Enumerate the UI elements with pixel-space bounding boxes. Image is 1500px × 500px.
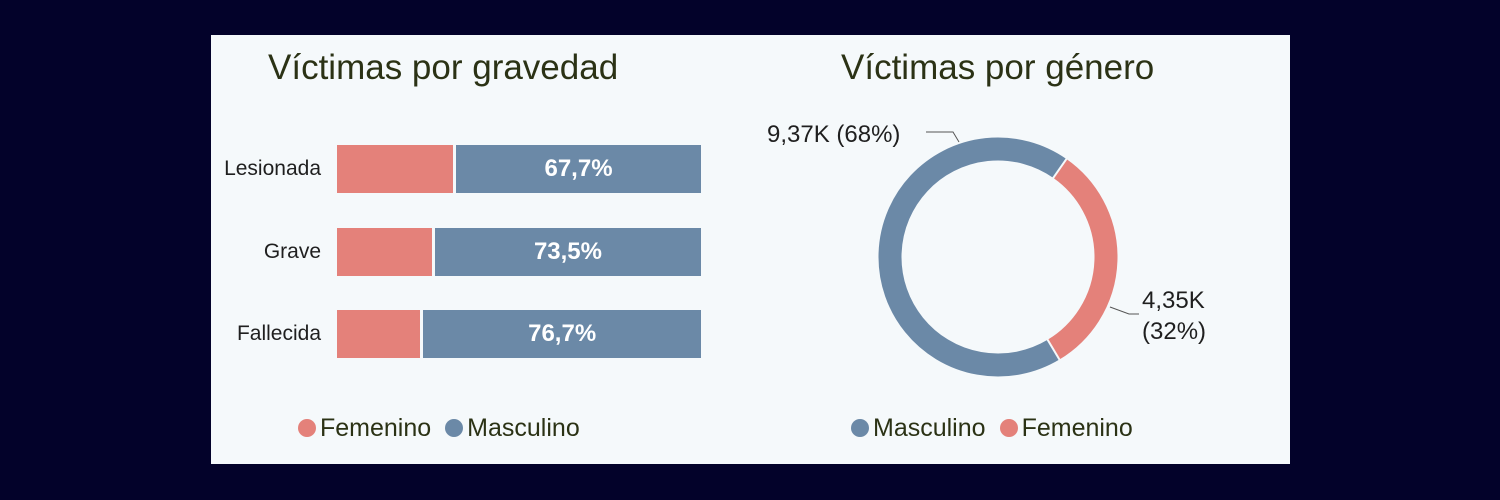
legend-item-masculino-genero[interactable]: Masculino xyxy=(851,414,986,443)
legend-dot-masculino-genero xyxy=(851,419,869,437)
donut-label-masculino: 9,37K (68%) xyxy=(767,121,901,148)
legend-label-femenino-genero: Femenino xyxy=(1021,413,1133,442)
legend-item-femenino-genero[interactable]: Femenino xyxy=(999,413,1133,443)
donut-label-femenino: 4,35K (32%) xyxy=(1142,285,1206,347)
leader-line-femenino xyxy=(1109,306,1139,315)
donut-label-femenino-percent: (32%) xyxy=(1142,318,1207,345)
legend-genero: Masculino Femenino xyxy=(851,413,1147,443)
leader-line-masculino xyxy=(926,131,960,143)
legend-dot-femenino-genero xyxy=(999,419,1018,437)
donut-label-femenino-value: 4,35K xyxy=(1142,287,1205,314)
legend-label-masculino-genero: Masculino xyxy=(873,413,986,442)
donut-leader-lines xyxy=(926,131,1139,315)
dashboard-panel: Víctimas por gravedad Víctimas por géner… xyxy=(211,35,1290,464)
